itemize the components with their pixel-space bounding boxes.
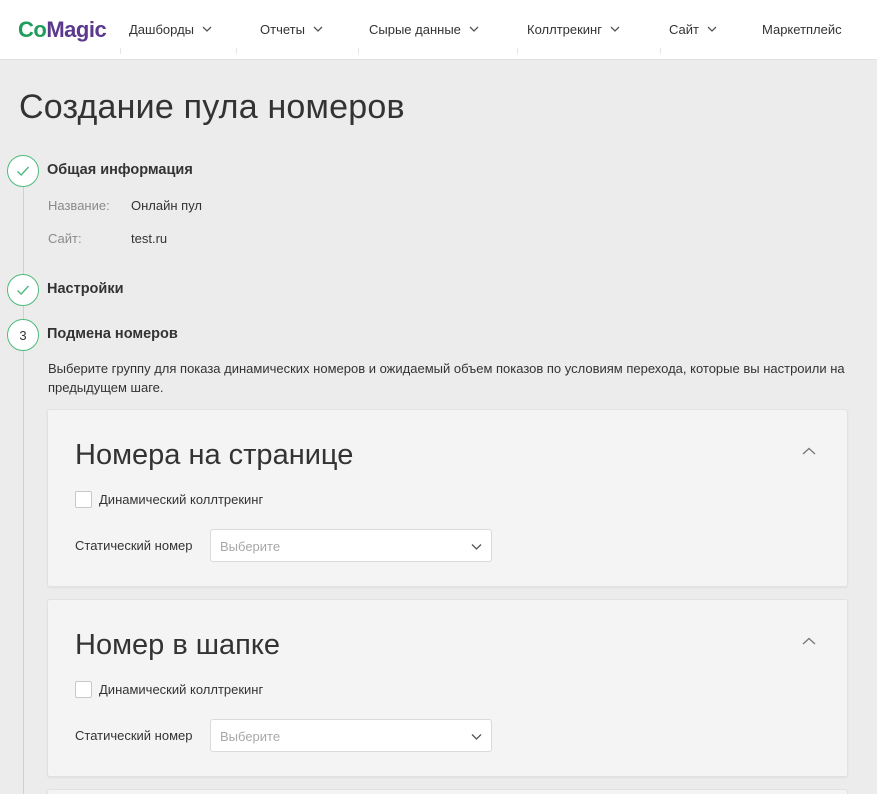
nav-item-calltracking[interactable]: Коллтрекинг [527,18,621,40]
page-title: Создание пула номеров [19,88,405,126]
chevron-down-icon [471,734,482,740]
chevron-down-icon [471,544,482,550]
card-title: Номер в шапке [75,629,281,661]
nav-item-marketplace[interactable]: Маркетплейс [762,18,842,40]
chevron-down-icon [469,26,479,32]
select-placeholder: Выберите [220,539,281,554]
nav-divider [660,48,661,54]
chevron-down-icon [313,26,323,32]
static-number-label: Статический номер [75,538,193,553]
nav-item-label: Отчеты [260,21,305,37]
dynamic-calltracking-checkbox[interactable] [75,681,92,698]
checkmark-icon [17,166,30,176]
checkbox-label: Динамический коллтрекинг [99,682,264,697]
stepper-line [23,306,24,320]
nav-item-label: Коллтрекинг [527,21,602,37]
step-number-indicator: 3 [7,319,39,351]
nav-item-label: Дашборды [129,21,194,37]
step-title-substitution: Подмена номеров [47,326,178,342]
nav-item-site[interactable]: Сайт [669,18,718,40]
dynamic-calltracking-checkbox[interactable] [75,491,92,508]
chevron-down-icon [707,26,717,32]
nav-item-label: Сайт [669,21,699,37]
info-value-site: test.ru [131,231,168,246]
select-placeholder: Выберите [220,729,281,744]
nav-divider [517,48,518,54]
static-number-label: Статический номер [75,728,193,743]
step-completed-indicator [7,274,39,306]
nav-item-label: Маркетплейс [762,21,842,37]
stepper-line [23,351,24,794]
step-completed-indicator [7,155,39,187]
checkmark-icon [17,285,30,295]
comagic-logo[interactable]: CoMagic [18,17,107,43]
nav-item-dashboards[interactable]: Дашборды [129,18,213,40]
chevron-up-icon[interactable] [801,446,817,458]
nav-item-reports[interactable]: Отчеты [260,18,324,40]
chevron-up-icon[interactable] [801,636,817,648]
chevron-down-icon [202,26,212,32]
card-numbers-on-page: Номера на странице Динамический коллтрек… [47,409,848,587]
stepper-line [23,187,24,275]
static-number-select[interactable]: Выберите [210,719,492,752]
nav-divider [120,48,121,54]
step-title-settings[interactable]: Настройки [47,281,124,297]
step-description: Выберите группу для показа динамических … [48,361,845,395]
static-number-select[interactable]: Выберите [210,529,492,562]
step-title-general-info[interactable]: Общая информация [47,162,193,178]
logo-text-co: Co [18,17,47,42]
card-header-number: Номер в шапке Динамический коллтрекинг С… [47,599,848,777]
nav-item-label: Сырые данные [369,21,461,37]
checkbox-label: Динамический коллтрекинг [99,492,264,507]
card-title: Номера на странице [75,439,354,471]
nav-divider [236,48,237,54]
info-label-site: Сайт: [48,231,82,246]
card-next-partial [47,789,848,794]
nav-divider [358,48,359,54]
chevron-down-icon [610,26,620,32]
logo-text-magic: Magic [46,17,107,42]
info-label-name: Название: [48,198,110,213]
top-navigation: CoMagic Дашборды Отчеты Сырые данные Кол… [0,0,877,60]
info-value-name: Онлайн пул [131,198,202,213]
nav-item-raw-data[interactable]: Сырые данные [369,18,480,40]
step-number: 3 [19,327,27,343]
